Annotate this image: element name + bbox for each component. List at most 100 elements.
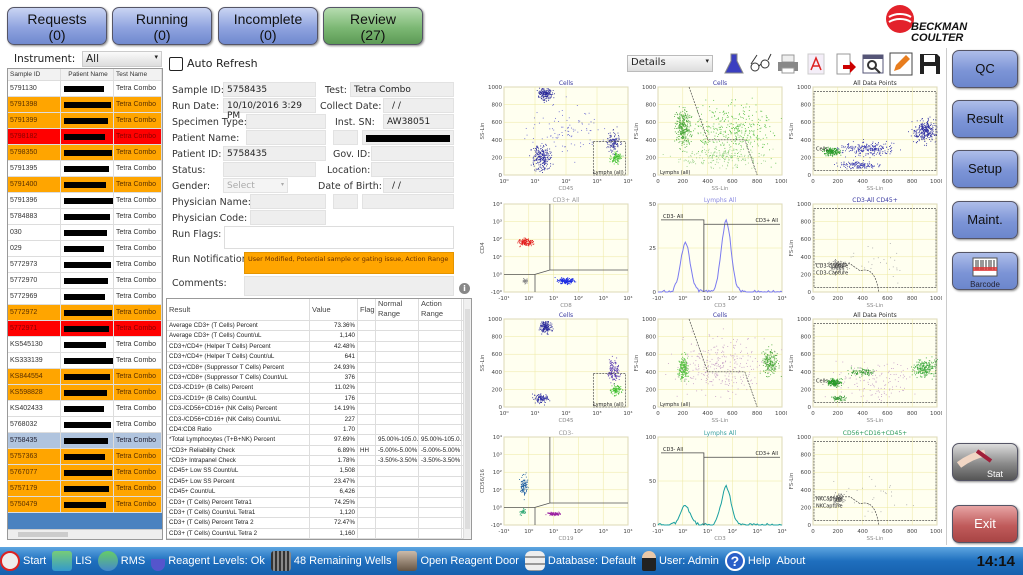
info-icon[interactable]: i xyxy=(459,283,470,294)
physician-name-field[interactable] xyxy=(250,194,326,209)
specimen-type-field[interactable] xyxy=(246,114,326,129)
sample-row[interactable]: 5772972 Tetra Combo xyxy=(8,305,162,321)
result-row[interactable]: CD3+/CD4+ (Helper T Cells) Percent 42.48% xyxy=(167,341,471,353)
cytometry-plot[interactable]: Cells0200400600800100002004006008001000S… xyxy=(632,78,787,195)
result-row[interactable]: CD3-/CD56+CD16+ (NK Cells) Count/uL 227 xyxy=(167,414,471,425)
cytometry-plot[interactable]: Cells 10⁰ 10¹ 10² 10³ 10⁴ 0 200 400 600 800 1000 CD4… xyxy=(478,78,633,195)
vertical-scrollbar[interactable] xyxy=(463,299,471,539)
run-flags-field[interactable] xyxy=(224,226,454,249)
result-row[interactable]: CD45+ Count/uL 6,426 xyxy=(167,487,471,498)
sample-row[interactable]: 5791400 Tetra Combo xyxy=(8,177,162,193)
col-header[interactable]: Patient Name xyxy=(61,69,114,80)
exit-button[interactable]: Exit xyxy=(952,505,1018,543)
scrollbar-thumb[interactable] xyxy=(18,532,68,537)
sample-row[interactable]: 030 Tetra Combo xyxy=(8,225,162,241)
tab-requests[interactable]: Requests (0) xyxy=(7,7,107,45)
gender-select[interactable]: Select ▾ xyxy=(223,178,288,193)
result-row[interactable]: CD3+/CD4+ (Helper T Cells) Count/uL 641 xyxy=(167,352,471,363)
cytometry-plot[interactable]: Lymphs All -10¹ 10⁰ 10¹ 10² 10³ 10⁴ 0 25 50 CD3 CD3… xyxy=(632,195,787,312)
run-date-field[interactable]: 10/10/2016 3:29 PM xyxy=(223,98,316,121)
col-header[interactable]: Value xyxy=(310,299,358,320)
stat-button[interactable]: Stat xyxy=(952,443,1018,481)
instrument-select[interactable]: All ▾ xyxy=(82,51,162,67)
sample-row[interactable]: KS844554 Tetra Combo xyxy=(8,369,162,385)
sample-row[interactable]: 5772969 Tetra Combo xyxy=(8,289,162,305)
status-field[interactable] xyxy=(223,162,316,177)
sample-id-field[interactable]: 5758435 xyxy=(223,82,316,97)
sample-row[interactable]: 5767077 Tetra Combo xyxy=(8,465,162,481)
col-header[interactable]: Test Name xyxy=(114,69,162,80)
result-row[interactable]: CD3-/CD19+ (B Cells) Percent 11.02% xyxy=(167,383,471,394)
export-icon[interactable] xyxy=(833,52,857,76)
col-header[interactable]: Flag xyxy=(358,299,376,320)
view-select[interactable]: Details ▾ xyxy=(627,55,713,72)
result-row[interactable]: CD3+ (T Cells) Percent Tetra1 74.25% xyxy=(167,497,471,509)
result-row[interactable]: CD4:CD8 Ratio 1.70 xyxy=(167,424,471,436)
printer-icon[interactable] xyxy=(776,52,800,76)
maint-button[interactable]: Maint. xyxy=(952,201,1018,239)
patient-id-field[interactable]: 5758435 xyxy=(223,146,326,161)
cytometry-plot[interactable]: Cells0200400600800100002004006008001000S… xyxy=(632,310,787,427)
dob-field[interactable]: / / xyxy=(383,178,454,193)
scrollbar-thumb[interactable] xyxy=(465,309,470,529)
result-row[interactable]: CD3+ (T Cells) Count/uL Tetra1 1,120 xyxy=(167,508,471,519)
patient-last-name-field[interactable] xyxy=(246,130,326,145)
glasses-icon[interactable] xyxy=(748,52,772,76)
run-notifications-field[interactable]: User Modified, Potential sample or gatin… xyxy=(244,252,454,274)
tab-review[interactable]: Review (27) xyxy=(323,7,423,45)
sample-row[interactable]: KS545130 Tetra Combo xyxy=(8,337,162,353)
sample-row[interactable]: 5772971 Tetra Combo xyxy=(8,321,162,337)
sample-row[interactable]: 5784883 Tetra Combo xyxy=(8,209,162,225)
col-header[interactable]: Normal Range xyxy=(376,299,419,320)
sample-row[interactable]: 5772970 Tetra Combo xyxy=(8,273,162,289)
physician-middle-field[interactable] xyxy=(333,194,358,209)
sample-row[interactable]: 5757179 Tetra Combo xyxy=(8,481,162,497)
gov-id-field[interactable] xyxy=(371,146,454,161)
physician-other-field[interactable] xyxy=(362,194,454,209)
qc-button[interactable]: QC xyxy=(952,50,1018,88)
sample-row[interactable]: 5798182 Tetra Combo xyxy=(8,129,162,145)
result-row[interactable]: CD45+ Low SS Count/uL 1,508 xyxy=(167,466,471,477)
tab-running[interactable]: Running (0) xyxy=(112,7,212,45)
barcode-button[interactable]: Barcode xyxy=(952,252,1018,290)
sample-row[interactable]: 5791399 Tetra Combo xyxy=(8,113,162,129)
result-row[interactable]: *CD3+ Intrapanel Check 1.78% -3.50%-3.50% -… xyxy=(167,456,471,467)
col-header[interactable]: Result xyxy=(167,299,310,320)
horizontal-scrollbar[interactable] xyxy=(8,529,162,539)
result-row[interactable]: CD3-/CD19+ (B Cells) Count/uL 176 xyxy=(167,393,471,405)
patient-middle-field[interactable] xyxy=(333,130,358,145)
comments-field[interactable] xyxy=(244,276,454,296)
location-field[interactable] xyxy=(371,162,454,177)
sample-row[interactable]: 5791395 Tetra Combo xyxy=(8,161,162,177)
sample-row[interactable]: 5791398 Tetra Combo xyxy=(8,97,162,113)
cytometry-plot[interactable]: All Data Points0200400600800100002004006… xyxy=(787,78,942,195)
flask-icon[interactable] xyxy=(722,52,746,76)
col-header[interactable]: Sample ID xyxy=(8,69,61,80)
result-row[interactable]: *Total Lymphocytes (T+B+NK) Percent 97.69… xyxy=(167,435,471,446)
setup-button[interactable]: Setup xyxy=(952,150,1018,188)
result-row[interactable]: CD3-/CD56+CD16+ (NK Cells) Percent 14.19% xyxy=(167,404,471,415)
edit-pencil-icon[interactable] xyxy=(889,52,913,76)
sample-row[interactable]: 029 Tetra Combo xyxy=(8,241,162,257)
preview-icon[interactable] xyxy=(861,52,885,76)
cytometry-plot[interactable]: CD3-All CD45+020040060080010000200400600… xyxy=(787,195,942,312)
result-button[interactable]: Result xyxy=(952,100,1018,138)
result-row[interactable]: CD45+ Low SS Percent 23.47% xyxy=(167,476,471,488)
tab-incomplete[interactable]: Incomplete (0) xyxy=(218,7,318,45)
save-floppy-icon[interactable] xyxy=(918,52,942,76)
patient-first-name-field[interactable] xyxy=(362,130,454,145)
result-row[interactable]: *CD3+ Reliability Check 6.89% HH -5.00%-5.0… xyxy=(167,445,471,457)
collect-date-field[interactable]: / / xyxy=(383,98,454,113)
pdf-icon[interactable] xyxy=(804,52,828,76)
inst-sn-field[interactable]: AW38051 xyxy=(383,114,454,129)
sample-row[interactable]: 5791396 Tetra Combo xyxy=(8,193,162,209)
cytometry-plot[interactable]: Cells 10⁰ 10¹ 10² 10³ 10⁴ 0 200 400 600 800 1000 CD4… xyxy=(478,310,633,427)
result-row[interactable]: CD3+/CD8+ (Suppressor T Cells) Count/uL 3… xyxy=(167,372,471,384)
sample-row[interactable]: KS598828 Tetra Combo xyxy=(8,385,162,401)
cytometry-plot[interactable]: All Data Points0200400600800100002004006… xyxy=(787,310,942,427)
sample-row[interactable]: 5772973 Tetra Combo xyxy=(8,257,162,273)
physician-code-field[interactable] xyxy=(250,210,326,225)
result-row[interactable]: CD3+ (T Cells) Count/uL Tetra 2 1,160 xyxy=(167,528,471,539)
test-field[interactable]: Tetra Combo xyxy=(350,82,454,97)
result-row[interactable]: Average CD3+ (T Cells) Count/uL 1,140 xyxy=(167,331,471,342)
